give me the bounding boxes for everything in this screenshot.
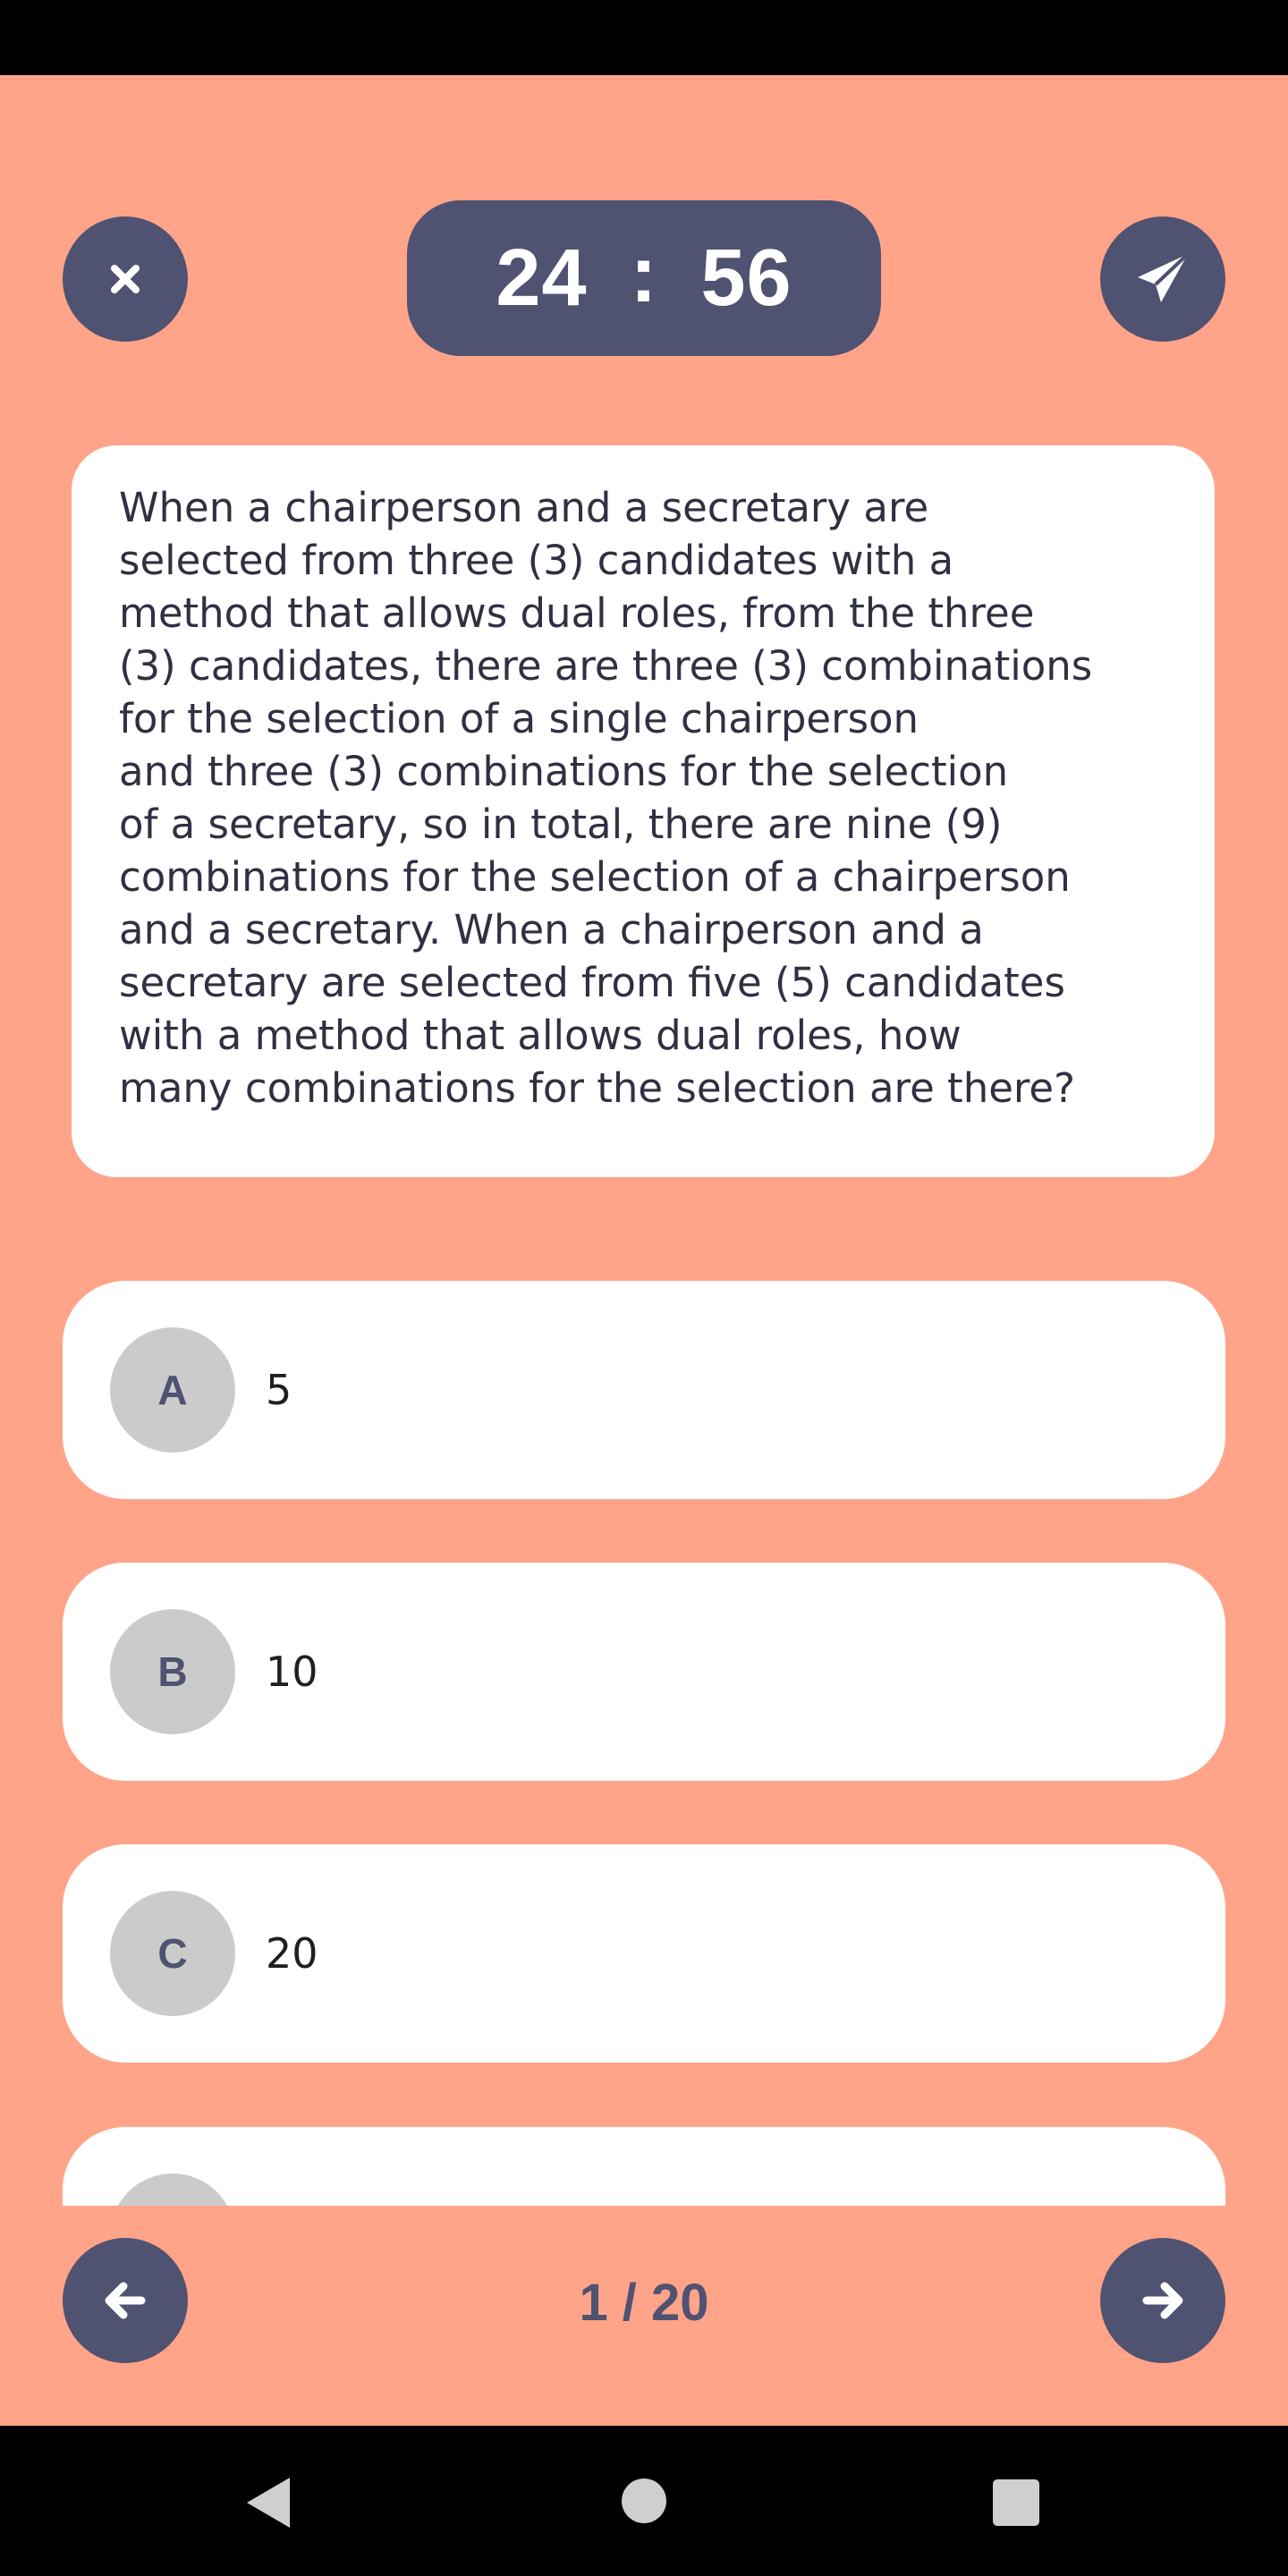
- timer-separator: :: [630, 229, 658, 319]
- question-line: method that allows dual roles, from the …: [119, 589, 1035, 637]
- option-letter-badge: B: [110, 1609, 235, 1734]
- question-line: combinations for the selection of a chai…: [119, 853, 1071, 901]
- question-text: When a chairperson and a secretary are s…: [119, 481, 1172, 1114]
- option-letter-badge: A: [110, 1327, 235, 1453]
- arrow-right-icon: [1142, 2282, 1183, 2319]
- answer-option-c[interactable]: C 20: [63, 1844, 1225, 2063]
- timer-seconds: 56: [700, 233, 792, 323]
- question-line: secretary are selected from five (5) can…: [119, 959, 1065, 1006]
- question-line: (3) candidates, there are three (3) comb…: [119, 642, 1093, 690]
- option-value: 10: [266, 1648, 318, 1696]
- question-line: and a secretary. When a chairperson and …: [119, 906, 984, 953]
- option-letter-badge: C: [110, 1891, 235, 2016]
- question-line: many combinations for the selection are …: [119, 1064, 1075, 1112]
- question-line: of a secretary, so in total, there are n…: [119, 801, 1003, 848]
- option-value: 20: [266, 1929, 318, 1978]
- system-navigation-bar: [0, 2426, 1288, 2576]
- question-line: selected from three (3) candidates with …: [119, 537, 954, 584]
- close-button[interactable]: [63, 216, 188, 342]
- question-line: with a method that allows dual roles, ho…: [119, 1012, 962, 1059]
- question-line: for the selection of a single chairperso…: [119, 695, 919, 742]
- submit-button[interactable]: [1100, 216, 1225, 342]
- quiz-screen: 24 : 56 When a chairperson and a secreta…: [0, 75, 1288, 2426]
- recents-icon[interactable]: [993, 2479, 1039, 2526]
- previous-question-button[interactable]: [63, 2238, 188, 2363]
- paper-plane-icon: [1138, 252, 1190, 302]
- answer-option-b[interactable]: B 10: [63, 1563, 1225, 1781]
- arrow-left-icon: [105, 2282, 146, 2319]
- question-line: and three (3) combinations for the selec…: [119, 748, 1009, 795]
- answer-option-a[interactable]: A 5: [63, 1281, 1225, 1499]
- option-value: 5: [266, 1366, 292, 1414]
- question-line: When a chairperson and a secretary are: [119, 484, 929, 531]
- home-icon[interactable]: [621, 2478, 667, 2524]
- status-bar: [0, 0, 1288, 75]
- back-icon[interactable]: [243, 2476, 293, 2529]
- next-question-button[interactable]: [1100, 2238, 1225, 2363]
- countdown-timer: 24 : 56: [407, 200, 881, 356]
- close-icon: [111, 265, 140, 293]
- question-card: When a chairperson and a secretary are s…: [72, 445, 1215, 1177]
- question-counter: 1 / 20: [579, 2273, 709, 2332]
- timer-minutes: 24: [496, 233, 588, 323]
